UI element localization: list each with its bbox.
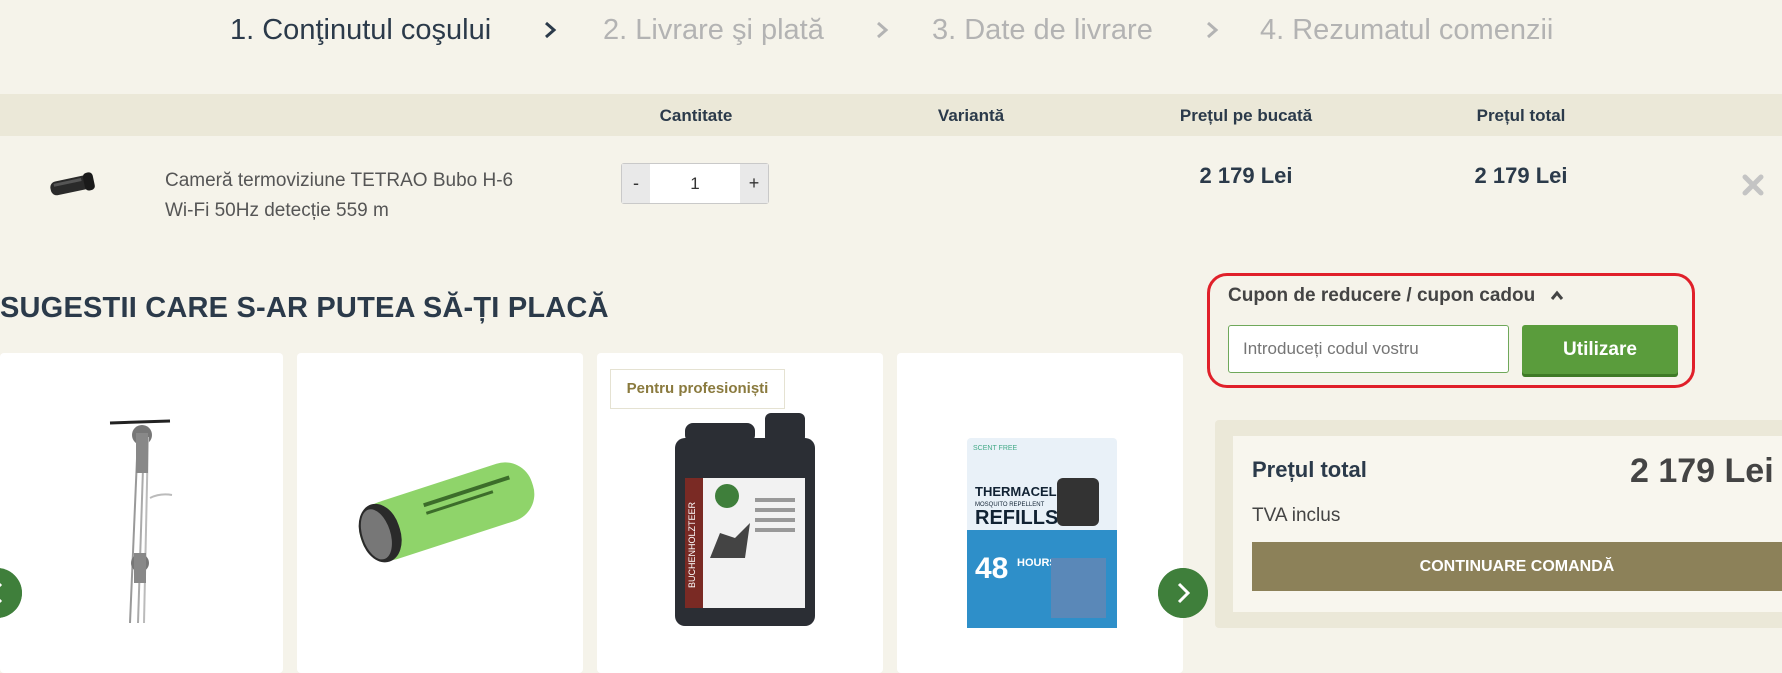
refill-pack-image: SCENT FREE THERMACELL MOSQUITO REPELLENT… (967, 438, 1117, 628)
header-total-price: Prețul total (1476, 106, 1566, 125)
canister-image: BUCHENHOLZTEER (675, 413, 815, 626)
pulley-image (109, 419, 173, 624)
svg-text:48: 48 (975, 552, 1008, 585)
step-delivery-data[interactable]: 3. Date de livrare (932, 14, 1153, 47)
apply-coupon-button[interactable]: Utilizare (1522, 325, 1678, 374)
product-thumbnail[interactable] (44, 166, 100, 202)
unit-price: 2 179 Lei (1199, 163, 1293, 188)
quantity-input[interactable]: 1 (652, 164, 738, 203)
product-card[interactable]: BUCHENHOLZTEER Pentru profesioniști (597, 353, 883, 673)
step-cart-content[interactable]: 1. Conţinutul coşului (230, 14, 491, 47)
product-card[interactable] (0, 353, 283, 673)
chevron-up-icon (1551, 290, 1564, 300)
quantity-increase-button[interactable]: + (740, 164, 768, 203)
chevron-right-icon (1207, 21, 1219, 39)
product-card[interactable] (297, 353, 583, 673)
svg-text:SCENT FREE: SCENT FREE (973, 445, 1018, 452)
total-price: 2 179 Lei (1474, 163, 1568, 188)
header-unit-price: Prețul pe bucată (1179, 106, 1313, 125)
product-card[interactable]: SCENT FREE THERMACELL MOSQUITO REPELLENT… (897, 353, 1183, 673)
cart-table-header: Cantitate Variantă Prețul pe bucată Preț… (0, 94, 1782, 136)
chevron-right-icon (545, 21, 557, 39)
quantity-stepper: - 1 + (621, 163, 769, 204)
professional-badge: Pentru profesioniști (610, 369, 785, 409)
header-quantity: Cantitate (659, 106, 733, 125)
coupon-code-input[interactable] (1228, 325, 1509, 373)
step-order-summary[interactable]: 4. Rezumatul comenzii (1260, 14, 1553, 47)
suggestions-title: SUGESTII CARE S-AR PUTEA SĂ-ȚI PLACĂ (0, 292, 609, 324)
svg-text:THERMACELL: THERMACELL (975, 484, 1065, 499)
close-icon[interactable] (1741, 173, 1765, 197)
quantity-decrease-button[interactable]: - (622, 164, 650, 203)
carousel-next-button[interactable] (1158, 568, 1208, 618)
product-name[interactable]: Cameră termoviziune TETRAO Bubo H-6 Wi-F… (165, 166, 545, 226)
total-price-value: 2 179 Lei (1630, 452, 1774, 490)
svg-text:REFILLS: REFILLS (975, 507, 1058, 529)
canister-label: BUCHENHOLZTEER (687, 501, 697, 588)
step-delivery-payment[interactable]: 2. Livrare şi plată (603, 14, 824, 47)
header-variant: Variantă (937, 106, 1005, 125)
total-price-label: Prețul total (1252, 457, 1367, 482)
svg-text:HOURS: HOURS (1017, 557, 1057, 569)
chevron-right-icon (877, 21, 889, 39)
battery-image (358, 462, 535, 563)
coupon-title-label: Cupon de reducere / cupon cadou (1228, 285, 1536, 306)
vat-included-label: TVA inclus (1252, 505, 1341, 526)
coupon-title[interactable]: Cupon de reducere / cupon cadou (1228, 285, 1564, 307)
continue-order-button[interactable]: CONTINUARE COMANDĂ (1252, 542, 1782, 591)
